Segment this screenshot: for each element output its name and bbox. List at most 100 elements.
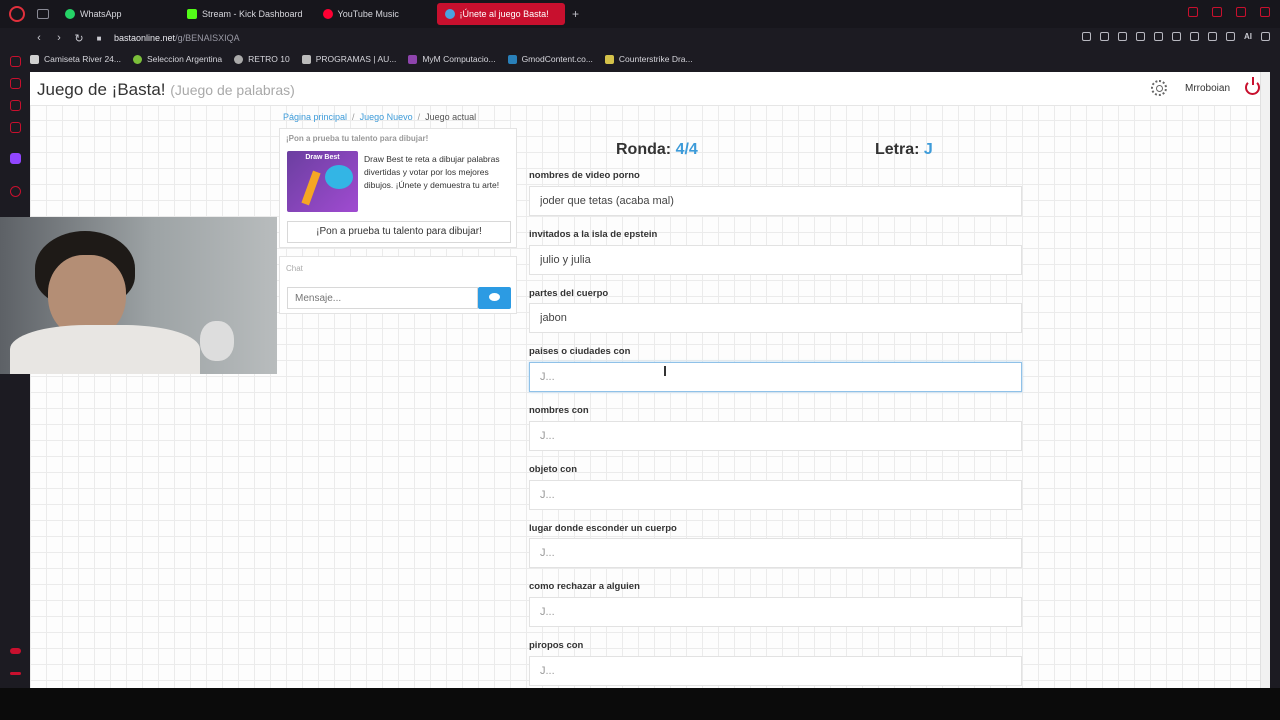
window-controls [1188, 7, 1270, 17]
answer-input[interactable] [529, 245, 1022, 275]
promo-heading: ¡Pon a prueba tu talento para dibujar! [286, 134, 429, 143]
opera-logo-icon[interactable] [9, 6, 25, 22]
field-label: objeto con [529, 464, 578, 475]
answer-input[interactable] [529, 597, 1022, 627]
kick-icon [187, 9, 197, 19]
download-icon[interactable] [1208, 32, 1217, 41]
answer-input[interactable] [529, 421, 1022, 451]
answer-input[interactable] [529, 656, 1022, 686]
profile-icon[interactable] [1226, 32, 1235, 41]
workspaces-icon[interactable] [37, 9, 49, 19]
basta-icon [444, 9, 455, 19]
field-label: piropos con [529, 640, 584, 651]
microphone-icon [200, 321, 234, 361]
answer-input[interactable] [529, 303, 1022, 333]
field-label: partes del cuerpo [529, 288, 609, 299]
round-value: 4/4 [675, 141, 698, 158]
scrollbar[interactable] [1260, 72, 1270, 688]
field-label: paises o ciudades con [529, 346, 631, 357]
site-title-text: Juego de ¡Basta! [37, 80, 166, 99]
draw-best-image[interactable]: Draw Best [287, 151, 358, 212]
breadcrumb-new-game[interactable]: Juego Nuevo [360, 112, 413, 122]
breadcrumb: Página principal / Juego Nuevo / Juego actua… [283, 112, 476, 122]
bookmark-item[interactable]: MyM Computacio... [408, 54, 496, 64]
field-label: lugar donde esconder un cuerpo [529, 523, 677, 534]
username-link[interactable]: Mrroboian [1185, 83, 1230, 94]
answer-input[interactable] [529, 362, 1022, 392]
aria-icon[interactable] [10, 56, 21, 67]
bookmark-item[interactable]: RETRO 10 [234, 54, 290, 64]
history-icon[interactable] [10, 186, 21, 197]
puzzle-icon[interactable] [1190, 32, 1199, 41]
more-icon[interactable] [10, 672, 21, 675]
url-field[interactable]: bastaonline.net/g/BENAISXIQA [114, 33, 240, 43]
promo-button[interactable]: ¡Pon a prueba tu talento para dibujar! [287, 221, 511, 243]
minimize-icon[interactable] [1212, 7, 1222, 17]
promo-card: ¡Pon a prueba tu talento para dibujar! D… [279, 128, 517, 248]
close-icon[interactable] [1260, 7, 1270, 17]
tab-kick-dashboard[interactable]: Stream - Kick Dashboard [179, 3, 311, 25]
bookmark-item[interactable]: Camiseta River 24... [30, 54, 121, 64]
letter-value: J [923, 141, 933, 158]
gx-icon[interactable] [10, 648, 21, 654]
text-cursor-icon [664, 366, 666, 376]
bookmark-label: PROGRAMAS | AU... [315, 54, 397, 64]
extensions-icon[interactable] [1172, 32, 1181, 41]
bookmark-favicon [408, 54, 418, 64]
gear-icon[interactable] [1151, 80, 1167, 96]
ai-button[interactable]: AI [1244, 32, 1252, 41]
tab-whatsapp[interactable]: WhatsApp [57, 3, 175, 25]
field-label: nombres con [529, 405, 589, 416]
bookmark-label: Seleccion Argentina [147, 54, 223, 64]
messenger-icon[interactable] [10, 78, 21, 89]
field-label: como rechazar a alguien [529, 581, 640, 592]
bookmark-item[interactable]: Counterstrike Dra... [604, 54, 693, 64]
youtube-icon[interactable] [10, 122, 21, 133]
bookmark-item[interactable]: PROGRAMAS | AU... [301, 54, 397, 64]
bookmark-favicon [507, 54, 517, 64]
twitch-icon[interactable] [10, 153, 21, 164]
lock-icon: ■ [96, 33, 102, 43]
chat-message-input[interactable] [287, 287, 478, 309]
site-title[interactable]: Juego de ¡Basta! (Juego de palabras) [37, 80, 295, 100]
chat-title: Chat [286, 264, 303, 273]
bookmark-favicon [133, 54, 142, 64]
answer-input[interactable] [529, 538, 1022, 568]
address-bar: ‹ › ↻ ■ bastaonline.net/g/BENAISXIQA AI [0, 28, 1280, 48]
bookmark-item[interactable]: Seleccion Argentina [133, 54, 222, 64]
tab-label: YouTube Music [337, 9, 399, 19]
pencil-icon [301, 170, 321, 206]
tab-basta-game[interactable]: ¡Únete al juego Basta! [436, 3, 565, 25]
power-icon[interactable] [1245, 77, 1260, 95]
bookmark-favicon [301, 54, 311, 64]
maximize-icon[interactable] [1236, 7, 1246, 17]
speech-bubble-icon [325, 165, 353, 189]
forward-icon[interactable]: › [50, 32, 68, 44]
chat-panel: Chat [279, 256, 517, 314]
answer-input[interactable] [529, 186, 1022, 216]
address-bar-actions: AI [1082, 32, 1270, 41]
bookmark-item[interactable]: GmodContent.co... [507, 54, 593, 64]
shield-icon[interactable] [1118, 32, 1127, 41]
tab-youtube-music[interactable]: YouTube Music [315, 3, 433, 25]
heart-icon[interactable] [1154, 32, 1163, 41]
menu-icon[interactable] [1261, 32, 1270, 41]
field-label: invitados a la isla de epstein [529, 229, 658, 240]
instagram-icon[interactable] [10, 100, 21, 111]
webcam-overlay [0, 217, 277, 374]
breadcrumb-home[interactable]: Página principal [283, 112, 347, 122]
play-icon[interactable] [1136, 32, 1145, 41]
back-icon[interactable]: ‹ [30, 32, 48, 44]
bottom-edge [0, 688, 1280, 720]
bookmark-label: MyM Computacio... [422, 54, 496, 64]
snapshot-icon[interactable] [1100, 32, 1109, 41]
bookmarks-bar: Camiseta River 24... Seleccion Argentina… [30, 50, 1280, 68]
breadcrumb-current: Juego actual [425, 112, 477, 122]
new-tab-icon[interactable]: + [569, 7, 583, 21]
reload-icon[interactable]: ↻ [70, 32, 88, 45]
search-tabs-icon[interactable] [1188, 7, 1198, 17]
send-message-icon[interactable] [478, 287, 511, 309]
answer-input[interactable] [529, 480, 1022, 510]
whatsapp-icon [65, 9, 75, 19]
pin-icon[interactable] [1082, 32, 1091, 41]
